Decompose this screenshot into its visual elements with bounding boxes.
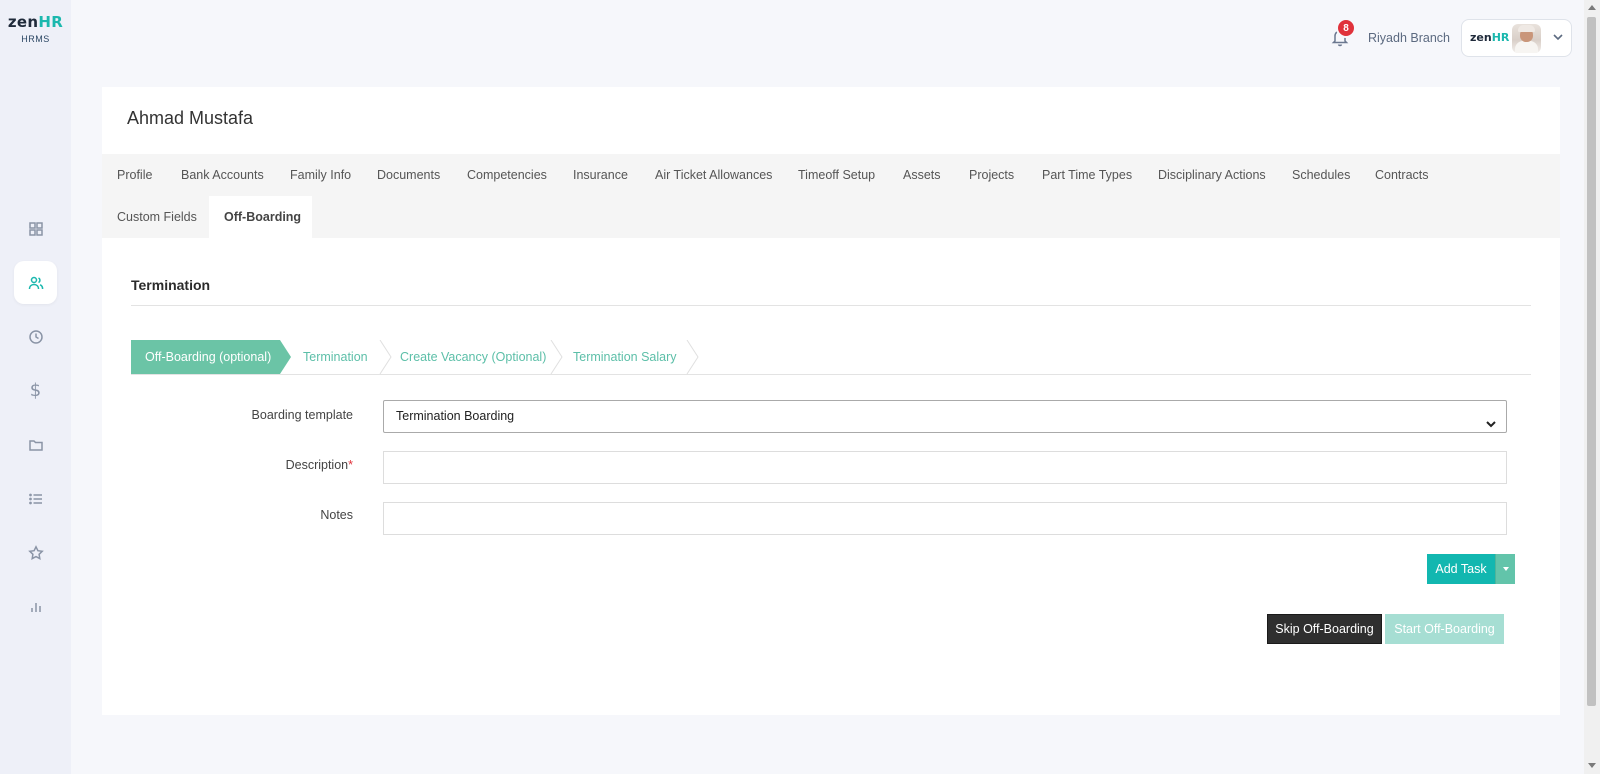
caret-down-icon <box>1502 567 1509 571</box>
scroll-down-arrow-icon[interactable] <box>1588 763 1596 768</box>
sidebar-item-dashboard[interactable] <box>14 207 57 250</box>
tab-timeoff-setup[interactable]: Timeoff Setup <box>783 154 890 196</box>
tab-bank-accounts[interactable]: Bank Accounts <box>166 154 279 196</box>
description-input[interactable] <box>383 451 1507 484</box>
sidebar-item-payroll[interactable]: $ <box>14 369 57 412</box>
tab-off-boarding[interactable]: Off-Boarding <box>209 196 312 238</box>
tab-competencies[interactable]: Competencies <box>452 154 562 196</box>
skip-off-boarding-button[interactable]: Skip Off-Boarding <box>1267 614 1382 644</box>
boarding-template-value: Termination Boarding <box>396 409 515 423</box>
tab-custom-fields[interactable]: Custom Fields <box>102 196 212 238</box>
tab-disciplinary-actions[interactable]: Disciplinary Actions <box>1143 154 1281 196</box>
tab-contracts[interactable]: Contracts <box>1360 154 1444 196</box>
description-label: Description* <box>153 458 353 472</box>
section-divider <box>131 305 1531 306</box>
bar-chart-icon <box>30 602 41 612</box>
employee-tabs: Profile Bank Accounts Family Info Docume… <box>102 154 1560 238</box>
add-task-dropdown-toggle[interactable] <box>1495 554 1515 584</box>
company-logo-text: zen <box>1470 31 1492 44</box>
employee-name: Ahmad Mustafa <box>127 108 254 128</box>
dashboard-grid-icon <box>28 221 43 236</box>
users-icon <box>28 276 43 289</box>
employee-card: Ahmad Mustafa Profile Bank Accounts Fami… <box>102 87 1560 715</box>
scrollbar-thumb[interactable] <box>1587 17 1596 706</box>
tab-family-info[interactable]: Family Info <box>275 154 366 196</box>
sidebar-item-reports[interactable] <box>14 585 57 628</box>
add-task-button[interactable]: Add Task <box>1427 554 1495 584</box>
tab-insurance[interactable]: Insurance <box>558 154 643 196</box>
zenhr-logo[interactable]: zenHR HRMS <box>0 14 71 44</box>
boarding-template-label: Boarding template <box>251 408 353 422</box>
step-termination[interactable]: Termination <box>303 340 368 374</box>
sidebar-item-requests[interactable] <box>14 477 57 520</box>
company-logo: zenHR <box>1470 31 1509 44</box>
profile-menu[interactable]: zenHR <box>1461 19 1572 57</box>
tab-projects[interactable]: Projects <box>954 154 1029 196</box>
tab-part-time-types[interactable]: Part Time Types <box>1027 154 1147 196</box>
start-off-boarding-button[interactable]: Start Off-Boarding <box>1385 614 1504 644</box>
chevron-down-icon <box>1485 411 1497 428</box>
star-icon <box>27 544 44 560</box>
required-asterisk: * <box>348 458 353 472</box>
logo-text: zen <box>7 13 39 31</box>
tab-air-ticket-allowances[interactable]: Air Ticket Allowances <box>640 154 787 196</box>
list-icon <box>28 493 42 504</box>
notes-input[interactable] <box>383 502 1507 535</box>
step-termination-salary[interactable]: Termination Salary <box>573 340 677 374</box>
step-create-vacancy[interactable]: Create Vacancy (Optional) <box>400 340 546 374</box>
tab-schedules[interactable]: Schedules <box>1277 154 1365 196</box>
folder-icon <box>28 439 43 451</box>
clock-icon <box>28 329 43 344</box>
sidebar-item-documents[interactable] <box>14 423 57 466</box>
branch-name[interactable]: Riyadh Branch <box>1368 31 1450 45</box>
tab-profile[interactable]: Profile <box>102 154 167 196</box>
sidebar: zenHR HRMS $ <box>0 0 71 774</box>
tab-documents[interactable]: Documents <box>362 154 455 196</box>
notification-count-badge: 8 <box>1336 18 1356 38</box>
dollar-icon: $ <box>29 380 42 401</box>
step-off-boarding[interactable]: Off-Boarding (optional) <box>145 340 271 374</box>
logo-accent-text: HR <box>38 13 64 31</box>
company-logo-accent: HR <box>1491 31 1510 44</box>
sidebar-item-performance[interactable] <box>14 531 57 574</box>
tab-assets[interactable]: Assets <box>888 154 956 196</box>
chevron-down-icon <box>1551 30 1565 44</box>
sidebar-item-attendance[interactable] <box>14 315 57 358</box>
sidebar-item-employees[interactable] <box>14 261 57 304</box>
logo-subtitle: HRMS <box>21 34 50 44</box>
notes-label: Notes <box>320 508 353 522</box>
section-title: Termination <box>131 277 211 293</box>
steps-divider <box>131 374 1531 375</box>
page-scrollbar[interactable] <box>1584 0 1600 774</box>
description-label-text: Description <box>285 458 349 472</box>
boarding-template-select[interactable]: Termination Boarding <box>383 400 1507 433</box>
user-avatar <box>1512 24 1541 53</box>
scroll-up-arrow-icon[interactable] <box>1588 5 1596 10</box>
